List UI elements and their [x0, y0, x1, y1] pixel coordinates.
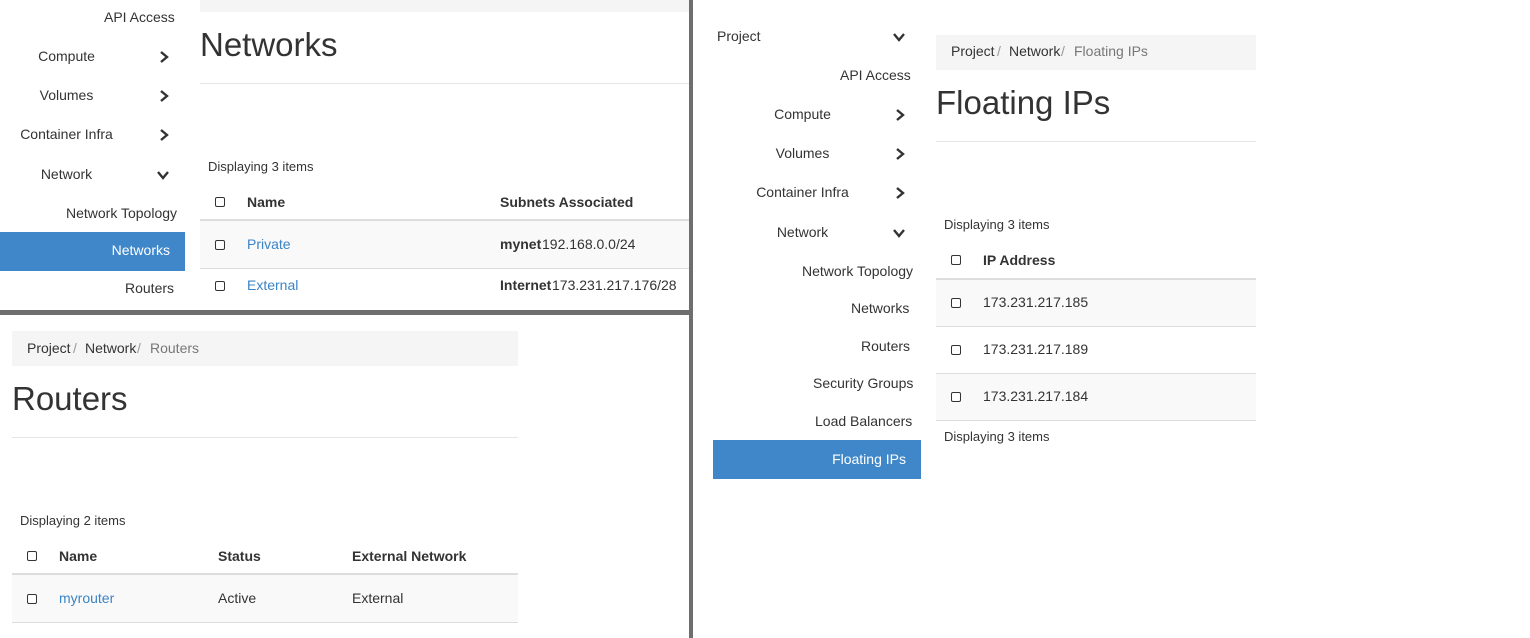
sidebar-item-container-infra[interactable]: Container Infra — [736, 184, 869, 200]
router-name-link[interactable]: myrouter — [59, 590, 114, 606]
sidebar-item-api-access[interactable]: API Access — [840, 67, 911, 83]
row-checkbox[interactable] — [951, 345, 961, 355]
sidebar-item-compute[interactable]: Compute — [736, 106, 869, 122]
chevron-down-icon — [156, 168, 170, 182]
breadcrumb: Project / Network / Floating IPs — [936, 35, 1256, 70]
breadcrumb-item-network[interactable]: Network — [85, 340, 136, 356]
routers-panel: Project / Network / Routers Routers Disp… — [0, 315, 689, 638]
breadcrumb-separator: / — [137, 340, 141, 356]
network-name-link[interactable]: External — [247, 277, 298, 293]
chevron-right-icon — [157, 89, 171, 103]
row-checkbox[interactable] — [27, 594, 37, 604]
sidebar-item-container-infra[interactable]: Container Infra — [0, 126, 133, 142]
column-header-external-network[interactable]: External Network — [352, 548, 466, 564]
breadcrumb-item-current: Routers — [150, 340, 200, 356]
item-count-bottom: Displaying 3 items — [944, 429, 1050, 444]
select-all-checkbox[interactable] — [951, 255, 961, 265]
sidebar-item-network-topology[interactable]: Network Topology — [802, 263, 913, 279]
floating-ip-address: 173.231.217.184 — [983, 388, 1089, 404]
network-name-link[interactable]: Private — [247, 236, 291, 252]
row-divider — [936, 326, 1256, 327]
breadcrumb-item-network[interactable]: Network — [1009, 43, 1060, 59]
breadcrumb-separator: / — [73, 340, 77, 356]
sidebar-item-volumes[interactable]: Volumes — [0, 87, 133, 103]
chevron-right-icon — [157, 128, 171, 142]
sidebar-item-floating-ips[interactable]: Floating IPs — [713, 440, 921, 479]
page-title: Networks — [200, 26, 338, 63]
chevron-right-icon — [893, 186, 907, 200]
breadcrumb: Project / Network / Routers — [12, 331, 518, 366]
title-divider — [200, 83, 689, 84]
chevron-down-icon — [892, 30, 906, 44]
sidebar-item-networks[interactable]: Networks — [851, 300, 909, 316]
sidebar-item-routers[interactable]: Routers — [125, 280, 174, 296]
chevron-right-icon — [893, 147, 907, 161]
subnet-cidr: 192.168.0.0/24 — [542, 236, 636, 252]
breadcrumb-item-project[interactable]: Project — [27, 340, 71, 356]
sidebar-item-project[interactable]: Project — [717, 28, 761, 44]
row-checkbox[interactable] — [951, 392, 961, 402]
floating-ip-address: 173.231.217.185 — [983, 294, 1089, 310]
breadcrumb — [200, 0, 689, 12]
sidebar-item-load-balancers[interactable]: Load Balancers — [815, 413, 912, 429]
breadcrumb-separator: / — [997, 43, 1001, 59]
chevron-right-icon — [893, 108, 907, 122]
subnet-name: Internet — [500, 277, 552, 293]
row-checkbox[interactable] — [951, 298, 961, 308]
select-all-checkbox[interactable] — [27, 551, 37, 561]
page-title: Floating IPs — [936, 84, 1111, 121]
row-divider — [936, 420, 1256, 421]
sidebar-item-label: Floating IPs — [832, 451, 906, 467]
row-divider — [200, 268, 689, 269]
select-all-checkbox[interactable] — [215, 197, 225, 207]
breadcrumb-item-current: Floating IPs — [1074, 43, 1148, 59]
item-count: Displaying 3 items — [208, 159, 314, 174]
column-header-status[interactable]: Status — [218, 548, 261, 564]
column-header-name[interactable]: Name — [59, 548, 97, 564]
sidebar-item-volumes[interactable]: Volumes — [736, 145, 869, 161]
breadcrumb-separator: / — [1061, 43, 1065, 59]
chevron-down-icon — [892, 226, 906, 240]
sidebar-item-network-topology[interactable]: Network Topology — [66, 205, 177, 221]
page-title: Routers — [12, 380, 128, 417]
column-header-subnets[interactable]: Subnets Associated — [500, 194, 633, 210]
column-header-ip-address[interactable]: IP Address — [983, 252, 1055, 268]
sidebar-item-networks[interactable]: Networks — [0, 232, 185, 271]
sidebar-item-api-access[interactable]: API Access — [104, 9, 175, 25]
router-external-network: External — [352, 590, 404, 606]
subnet-cidr: 173.231.217.176/28 — [552, 277, 677, 293]
sidebar-item-security-groups[interactable]: Security Groups — [813, 375, 913, 391]
chevron-right-icon — [157, 50, 171, 64]
title-divider — [936, 141, 1256, 142]
sidebar-item-compute[interactable]: Compute — [0, 48, 133, 64]
row-divider — [12, 622, 518, 623]
sidebar-item-network[interactable]: Network — [0, 166, 133, 182]
item-count-top: Displaying 3 items — [944, 217, 1050, 232]
column-header-name[interactable]: Name — [247, 194, 285, 210]
sidebar-item-network[interactable]: Network — [736, 224, 869, 240]
sidebar-item-routers[interactable]: Routers — [861, 338, 910, 354]
floating-ips-panel: Project API Access Compute Volumes Conta… — [693, 0, 1530, 638]
router-status: Active — [218, 590, 257, 606]
title-divider — [12, 437, 518, 438]
floating-ip-address: 173.231.217.189 — [983, 341, 1089, 357]
item-count: Displaying 2 items — [20, 513, 126, 528]
row-checkbox[interactable] — [215, 281, 225, 291]
breadcrumb-item-project[interactable]: Project — [951, 43, 995, 59]
sidebar-item-label: Networks — [111, 242, 170, 258]
subnet-name: mynet — [500, 236, 542, 252]
row-checkbox[interactable] — [215, 240, 225, 250]
networks-panel: API Access Compute Volumes Container Inf… — [0, 0, 689, 310]
